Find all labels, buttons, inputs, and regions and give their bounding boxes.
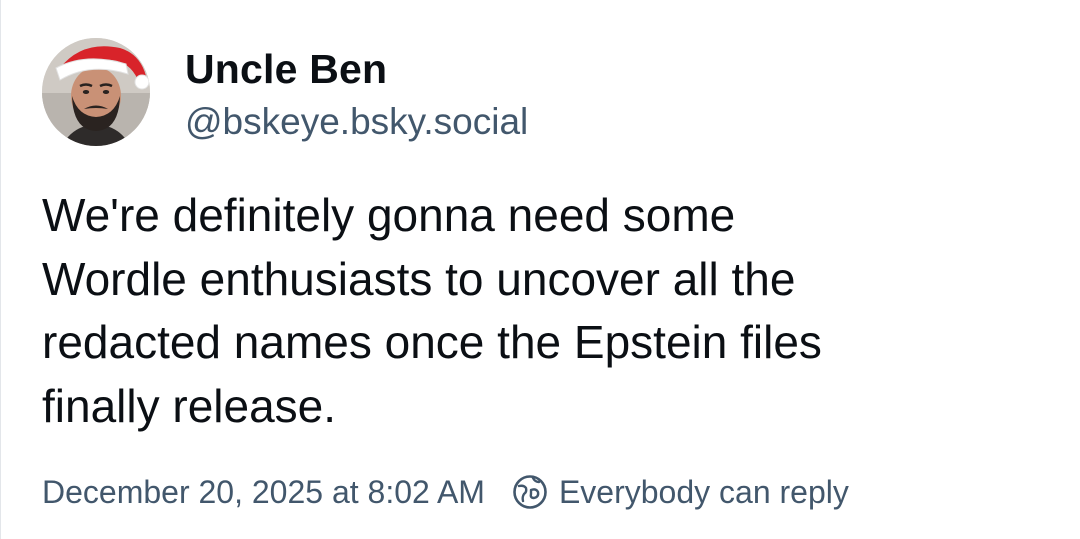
globe-icon [511, 473, 549, 511]
author-display-name[interactable]: Uncle Ben [185, 45, 387, 93]
avatar-image [42, 38, 150, 146]
post-timestamp[interactable]: December 20, 2025 at 8:02 AM [42, 474, 485, 511]
post-text: We're definitely gonna need some Wordle … [42, 189, 822, 432]
post-meta: December 20, 2025 at 8:02 AM Everybody c… [42, 470, 849, 514]
reply-setting-label: Everybody can reply [558, 473, 849, 510]
author-avatar[interactable] [42, 38, 150, 146]
author-handle[interactable]: @bskeye.bsky.social [185, 100, 528, 144]
post: Uncle Ben @bskeye.bsky.social We're defi… [0, 0, 1080, 539]
